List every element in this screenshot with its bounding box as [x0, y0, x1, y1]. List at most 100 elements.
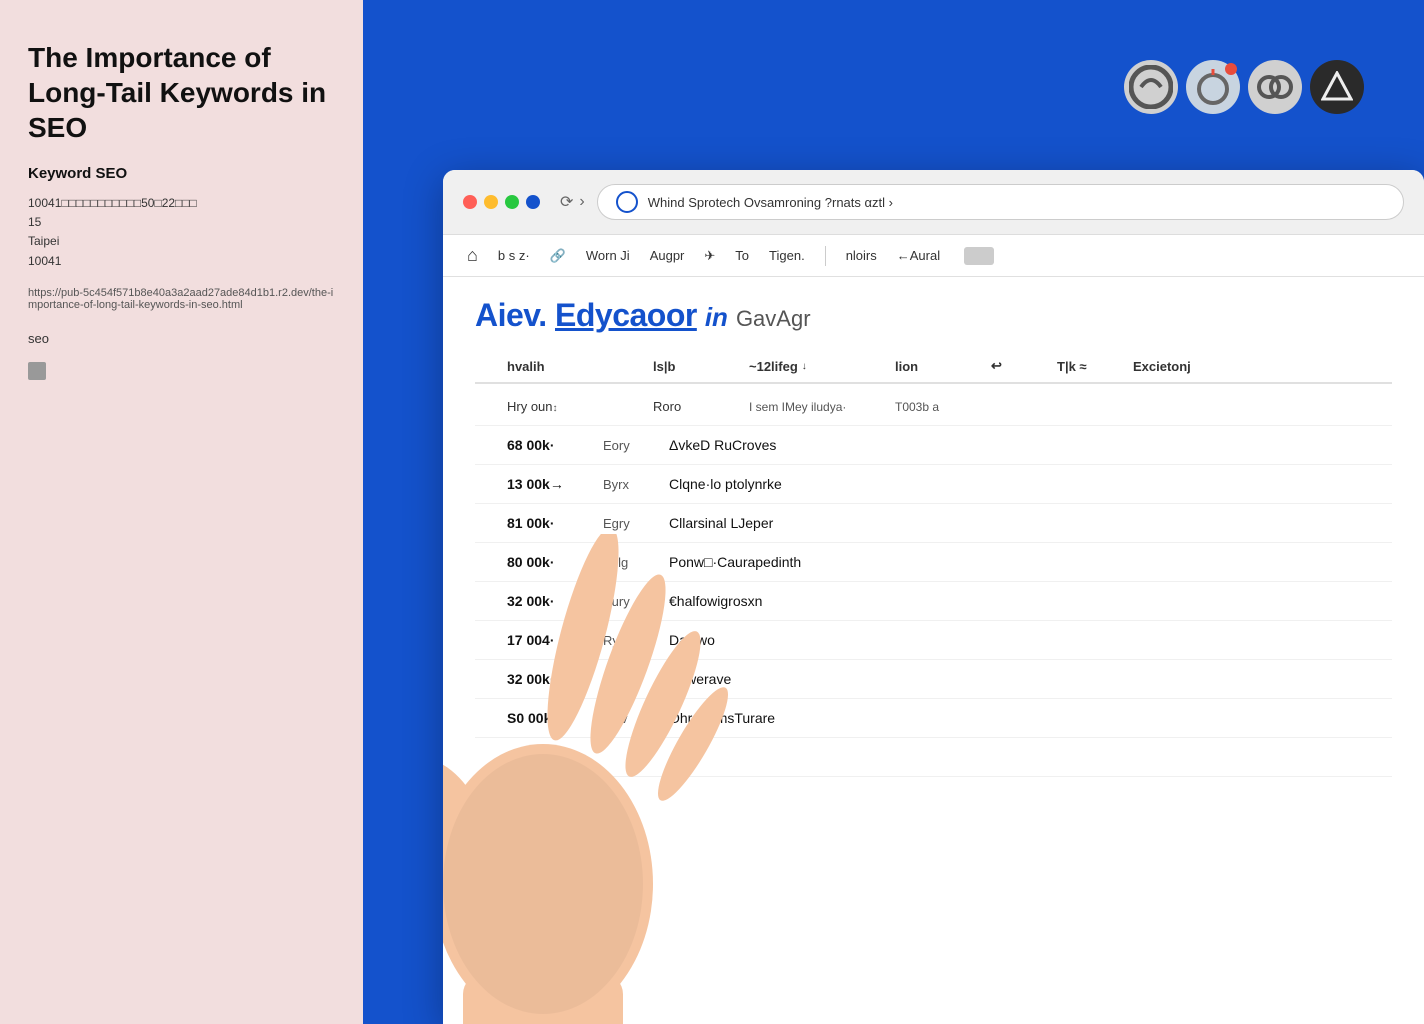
page-title-area: Aiev. Edycaoor in GavAgr [475, 297, 1392, 334]
row-keyword: Dalywo [669, 632, 1392, 648]
row-name: Byrx [603, 477, 653, 492]
table-row: 8F 00k· [475, 738, 1392, 777]
row-keyword: Ponw□·Caurapedinth [669, 554, 1392, 570]
row-volume: 80 00k· [507, 554, 587, 570]
sidebar: The Importance of Long-Tail Keywords in … [0, 0, 363, 1024]
th-intent: lion [895, 359, 975, 374]
row-volume: 32 00k· [507, 671, 587, 687]
th-serp: ↩ [991, 358, 1041, 374]
row-volume: 32 00k· [507, 593, 587, 609]
hint-row: Hry oun↕ Roro I sem IMey iludya· T003b a [475, 388, 1392, 426]
browser-toolbar: ⌂ b s z· 🔗 Worn Ji Augpr ✈ To Tigen. [443, 235, 1424, 277]
browser-chrome: ⟳ › Whind Sprotech Ovsamroning ?rnats αz… [443, 170, 1424, 235]
table-row: 32 00k· Bory Eowerave [475, 660, 1392, 699]
row-volume: 17 004· [507, 632, 587, 648]
table-row: S0 00k· Nillv OhrepemsTurare [475, 699, 1392, 738]
sidebar-url: https://pub-5c454f571b8e40a3a2aad27ade84… [28, 287, 335, 311]
row-name: Bory [603, 672, 653, 687]
hint-col2: Roro [653, 399, 733, 414]
toolbar-item-tiger[interactable]: Tigen. [769, 248, 805, 263]
toolbar-separator [825, 246, 826, 266]
toolbar-item-wormd[interactable]: Worn Ji [586, 248, 630, 263]
logo-1 [1124, 60, 1178, 114]
table-row: 81 00k· Egry Cllarsinal LJeper [475, 504, 1392, 543]
hint-col4: T003b a [895, 400, 1392, 414]
toolbar-item-nloirs[interactable]: nloirs [846, 248, 877, 263]
toolbar-box [964, 247, 994, 265]
logo-2 [1186, 60, 1240, 114]
table-row: 13 00k→ Byrx Clqne·lo ptolynrke [475, 465, 1392, 504]
toolbar-label-augpr: Augpr [650, 248, 685, 263]
logo-3 [1248, 60, 1302, 114]
row-volume: S0 00k· [507, 710, 587, 726]
row-volume: 8F 00k· [507, 749, 587, 765]
toolbar-label-tiger: Tigen. [769, 248, 805, 263]
sidebar-icon [28, 362, 46, 380]
toolbar-item-te[interactable]: To [735, 248, 749, 263]
row-name: Bylg [603, 555, 653, 570]
hint-col1: Hry oun↕ [507, 399, 637, 414]
logo-4 [1310, 60, 1364, 114]
toolbar-item-augpr[interactable]: Augpr [650, 248, 685, 263]
row-name: Rylg [603, 633, 653, 648]
toolbar-label-te: To [735, 248, 749, 263]
link-icon: 🔗 [550, 248, 566, 264]
home-icon: ⌂ [467, 245, 478, 266]
toolbar-item-aural[interactable]: ←Aural [897, 248, 940, 263]
close-button[interactable] [463, 195, 477, 209]
hint-col3: I sem IMey iludya· [749, 400, 879, 414]
sidebar-meta: 10041□□□□□□□□□□□50□22□□□ 15 Taipei 10041 [28, 194, 335, 271]
toolbar-label-aural: ←Aural [897, 248, 940, 263]
th-volume: ls|b [653, 359, 733, 374]
nav-back[interactable]: ⟳ [560, 192, 573, 212]
row-keyword: Eowerave [669, 671, 1392, 687]
row-volume: 68 00k· [507, 437, 587, 453]
table-body: 68 00k· Eory ΔvkeD RuCroves 13 00k→ Byrx… [475, 426, 1392, 777]
main-area: ⟳ › Whind Sprotech Ovsamroning ?rnats αz… [363, 0, 1424, 1024]
row-name: Bury [603, 594, 653, 609]
traffic-lights [463, 195, 540, 209]
address-icon [616, 191, 638, 213]
th-difficulty: ~12lifeg ↓ [749, 359, 879, 374]
row-keyword: OhrepemsTurare [669, 710, 1392, 726]
table-row: 80 00k· Bylg Ponw□·Caurapedinth [475, 543, 1392, 582]
row-keyword: Cllarsinal LJeper [669, 515, 1392, 531]
table-row: 32 00k· Bury €halfowigrosxn [475, 582, 1392, 621]
toolbar-item-link[interactable]: 🔗 [550, 248, 566, 264]
toolbar-item-bsz[interactable]: b s z· [498, 248, 530, 263]
maximize-button[interactable] [505, 195, 519, 209]
plane-icon: ✈ [704, 248, 715, 264]
table-row: 68 00k· Eory ΔvkeD RuCroves [475, 426, 1392, 465]
table-header: hvalih ls|b ~12lifeg ↓ lion ↩ T|k ≈ Exci… [475, 350, 1392, 384]
page-subtitle: GavAgr [736, 306, 811, 332]
keyword-label: Keyword SEO [28, 165, 335, 182]
row-keyword: ΔvkeD RuCroves [669, 437, 1392, 453]
th-action: T|k ≈ [1057, 359, 1117, 374]
page-title-in: in [705, 302, 728, 333]
row-keyword: €halfowigrosxn [669, 593, 1392, 609]
table-row: 17 004· Rylg Dalywo [475, 621, 1392, 660]
row-name: Egry [603, 516, 653, 531]
toolbar-label-bsz: b s z· [498, 248, 530, 263]
row-name: Nillv [603, 711, 653, 726]
extra-button[interactable] [526, 195, 540, 209]
toolbar-item-home[interactable]: ⌂ [467, 245, 478, 266]
page-title-part1: Aiev. Edycaoor [475, 297, 697, 334]
row-name: Eory [603, 438, 653, 453]
browser-nav: ⟳ › [560, 192, 585, 212]
th-keyword: hvalih [507, 359, 637, 374]
toolbar-item-plane[interactable]: ✈ [704, 248, 715, 264]
top-logos [1124, 60, 1364, 114]
address-text: Whind Sprotech Ovsamroning ?rnats αztl › [648, 195, 1385, 210]
article-title: The Importance of Long-Tail Keywords in … [28, 40, 335, 145]
toolbar-label-wormd: Worn Ji [586, 248, 630, 263]
nav-forward[interactable]: › [579, 193, 584, 211]
browser-content: Aiev. Edycaoor in GavAgr hvalih ls|b ~12… [443, 277, 1424, 1024]
minimize-button[interactable] [484, 195, 498, 209]
sidebar-tag: seo [28, 331, 335, 346]
th-extra: Excietonj [1133, 359, 1392, 374]
address-bar[interactable]: Whind Sprotech Ovsamroning ?rnats αztl › [597, 184, 1404, 220]
row-volume: 13 00k→ [507, 476, 587, 492]
row-keyword: Clqne·lo ptolynrke [669, 476, 1392, 492]
row-volume: 81 00k· [507, 515, 587, 531]
